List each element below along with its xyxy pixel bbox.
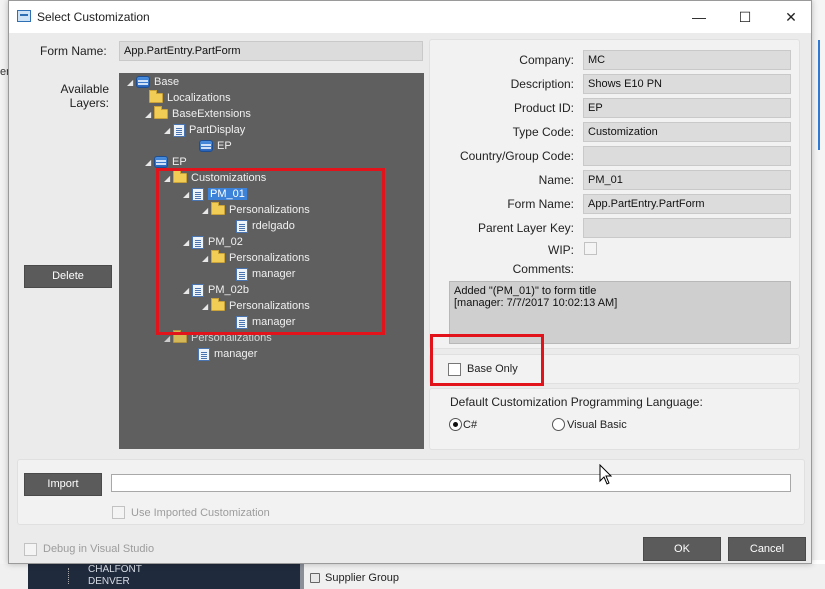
description-field: Shows E10 PN (583, 74, 791, 94)
wip-label: WIP: (548, 243, 574, 257)
tree-node[interactable]: ◢ BaseExtensions (145, 106, 251, 121)
comments-label: Comments: (512, 262, 574, 276)
country-group-code-field (583, 146, 791, 166)
parent-layer-key-label: Parent Layer Key: (477, 221, 574, 235)
tree-node[interactable]: manager (198, 347, 257, 361)
background-right-accent (818, 40, 820, 150)
highlight-box-base-only (430, 334, 544, 386)
background-list-item[interactable]: DENVER (88, 576, 130, 587)
page-icon (198, 347, 210, 361)
visual-basic-radio[interactable] (552, 418, 565, 431)
tree-node[interactable]: EP (199, 139, 232, 153)
expand-arrow-icon[interactable]: ◢ (145, 158, 154, 167)
supplier-group-label: Supplier Group (325, 572, 399, 584)
description-label: Description: (510, 77, 574, 91)
supplier-group-item[interactable]: Supplier Group (310, 572, 399, 584)
window-title: Select Customization (37, 10, 150, 24)
debug-checkbox[interactable] (24, 543, 37, 556)
tree-node-label: manager (214, 348, 258, 360)
supplier-group-icon (310, 573, 320, 583)
company-label: Company: (519, 53, 574, 67)
expand-arrow-icon[interactable]: ◢ (145, 110, 154, 119)
title-bar[interactable]: Select Customization — ☐ ✕ (9, 1, 811, 33)
comments-line: [manager: 7/7/2017 10:02:13 AM] (454, 297, 618, 309)
ok-button[interactable]: OK (643, 537, 721, 561)
app-icon (17, 10, 31, 22)
folder-icon (154, 106, 168, 119)
maximize-button[interactable]: ☐ (723, 5, 767, 29)
background-splitter (300, 564, 304, 589)
expand-arrow-icon[interactable]: ◢ (127, 78, 136, 87)
database-icon (136, 76, 150, 88)
comments-line: Added "(PM_01)" to form title (454, 285, 597, 297)
detail-form-name-field: App.PartEntry.PartForm (583, 194, 791, 214)
import-path-input[interactable] (111, 474, 791, 492)
tree-node-label: EP (217, 140, 232, 152)
cancel-button[interactable]: Cancel (728, 537, 806, 561)
expand-arrow-icon[interactable]: ◢ (164, 126, 173, 135)
product-id-field: EP (583, 98, 791, 118)
tree-node-label: BaseExtensions (172, 108, 251, 120)
import-button[interactable]: Import (24, 473, 102, 496)
country-group-code-label: Country/Group Code: (459, 149, 574, 163)
name-field: PM_01 (583, 170, 791, 190)
detail-form-name-label: Form Name: (507, 197, 574, 211)
type-code-field: Customization (583, 122, 791, 142)
product-id-label: Product ID: (513, 101, 574, 115)
tree-node-label: PartDisplay (189, 124, 246, 136)
tree-node[interactable]: Localizations (149, 90, 231, 105)
use-imported-checkbox[interactable] (112, 506, 125, 519)
language-title: Default Customization Programming Langua… (450, 395, 703, 409)
database-icon (154, 156, 168, 168)
use-imported-label: Use Imported Customization (131, 507, 270, 519)
highlight-box-customizations (156, 168, 385, 335)
select-customization-dialog: Select Customization — ☐ ✕ Form Name: Ap… (8, 0, 812, 564)
name-label: Name: (538, 173, 574, 187)
background-left-strip (0, 0, 8, 589)
mouse-cursor-icon (599, 464, 613, 485)
wip-checkbox[interactable] (584, 242, 597, 255)
parent-layer-key-field (583, 218, 791, 238)
folder-icon (149, 90, 163, 103)
csharp-label[interactable]: C# (463, 419, 477, 431)
company-field: MC (583, 50, 791, 70)
database-icon (199, 140, 213, 152)
debug-label: Debug in Visual Studio (43, 543, 155, 555)
tree-node[interactable]: ◢ EP (145, 155, 187, 169)
delete-button[interactable]: Delete (24, 265, 112, 288)
background-list-panel: CHALFONT DENVER (28, 564, 300, 589)
form-name-label: Form Name: (40, 44, 107, 58)
tree-node-label: Base (154, 76, 180, 88)
minimize-button[interactable]: — (677, 5, 721, 29)
page-icon (173, 123, 185, 137)
tree-node[interactable]: ◢ PartDisplay (164, 123, 245, 137)
close-button[interactable]: ✕ (769, 5, 813, 29)
available-layers-label: Available Layers: (60, 82, 109, 110)
tree-connector-icon (68, 568, 80, 584)
tree-node-label: EP (172, 156, 187, 168)
background-list-item[interactable]: CHALFONT (88, 564, 142, 575)
form-name-field: App.PartEntry.PartForm (119, 41, 423, 61)
tree-node-label: Localizations (167, 92, 231, 104)
visual-basic-label[interactable]: Visual Basic (567, 419, 627, 431)
tree-node[interactable]: ◢ Base (127, 75, 179, 89)
type-code-label: Type Code: (512, 125, 574, 139)
csharp-radio[interactable] (449, 418, 462, 431)
